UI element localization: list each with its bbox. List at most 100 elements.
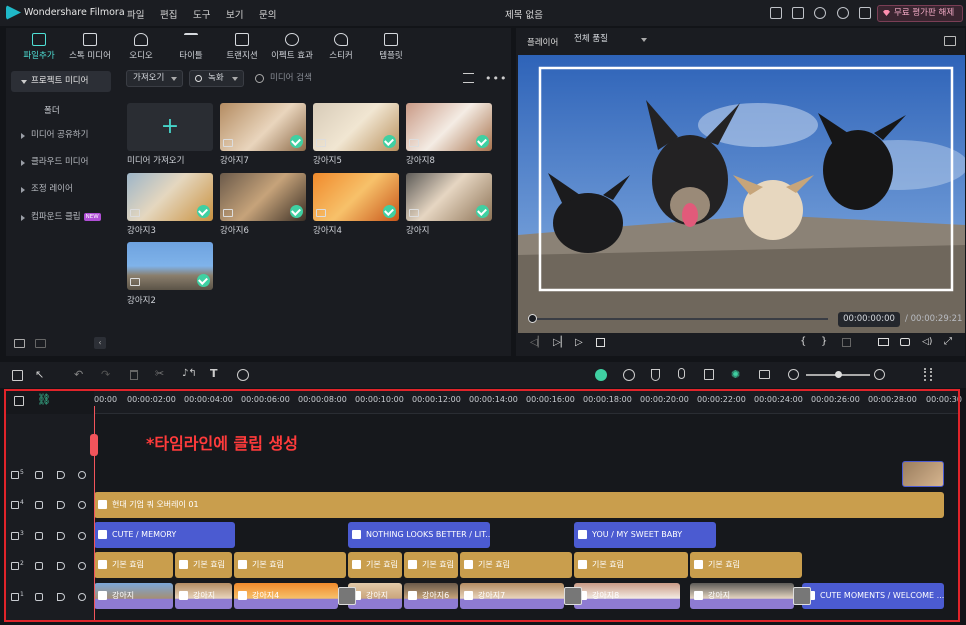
added-check-icon bbox=[197, 205, 210, 218]
ai-smart-icon[interactable] bbox=[595, 369, 607, 381]
sidebar-item-compound-clip[interactable]: 컴파운드 클립 NEW bbox=[11, 207, 111, 228]
menu-tools[interactable]: 도구 bbox=[193, 7, 210, 21]
scrubber-handle[interactable] bbox=[528, 314, 537, 323]
cloud-upload-icon[interactable] bbox=[814, 7, 826, 19]
player-label: 플레이어 bbox=[527, 38, 559, 48]
render-icon[interactable] bbox=[623, 369, 635, 381]
monitor-icon[interactable] bbox=[878, 338, 889, 346]
media-label: 강아지5 bbox=[313, 156, 342, 166]
media-thumbnail[interactable] bbox=[406, 173, 492, 221]
menu-help[interactable]: 문의 bbox=[259, 7, 276, 21]
track-options-icon[interactable] bbox=[924, 368, 932, 381]
media-label: 강아지4 bbox=[313, 226, 342, 236]
added-check-icon bbox=[476, 135, 489, 148]
added-check-icon bbox=[290, 205, 303, 218]
auto-beat-icon[interactable]: ✺ bbox=[731, 368, 740, 381]
headset-icon[interactable] bbox=[837, 7, 849, 19]
image-icon bbox=[223, 209, 233, 217]
app-name: Wondershare Filmora bbox=[24, 7, 125, 18]
collapse-sidebar-icon[interactable]: ‹ bbox=[94, 337, 106, 349]
zoom-out-icon[interactable] bbox=[788, 369, 799, 380]
document-title: 제목 없음 bbox=[505, 10, 543, 21]
audio-edit-icon[interactable]: ♪↰ bbox=[182, 368, 197, 379]
stop-icon[interactable] bbox=[596, 338, 605, 347]
sidebar-item-project-media[interactable]: 프로젝트 미디어 bbox=[11, 71, 111, 92]
media-thumbnail[interactable] bbox=[220, 173, 306, 221]
select-arrow-icon[interactable]: ↖ bbox=[35, 368, 44, 381]
layout-grid-icon[interactable] bbox=[12, 370, 23, 381]
apps-grid-icon[interactable] bbox=[859, 7, 871, 19]
media-thumbnail[interactable] bbox=[313, 173, 399, 221]
display-settings-icon[interactable] bbox=[842, 338, 851, 347]
highlight-frame bbox=[4, 389, 960, 622]
media-library: 가져오기 녹화 미디어 검색 ••• + 미디어 가져오기 강아지7 강아지5 … bbox=[116, 66, 511, 356]
zoom-in-icon[interactable] bbox=[874, 369, 885, 380]
sidebar-item-share-media[interactable]: 미디어 공유하기 bbox=[11, 125, 111, 146]
voiceover-icon[interactable] bbox=[704, 369, 714, 380]
record-dropdown[interactable]: 녹화 bbox=[189, 70, 244, 87]
sidebar-item-folder[interactable]: 폴더 bbox=[44, 104, 60, 116]
text-icon[interactable]: T bbox=[210, 367, 218, 380]
image-icon bbox=[409, 139, 419, 147]
redo-icon[interactable]: ↷ bbox=[101, 368, 110, 381]
import-media-tile[interactable]: + bbox=[127, 103, 213, 151]
new-folder-icon[interactable] bbox=[14, 339, 25, 348]
layout-icon[interactable] bbox=[770, 7, 782, 19]
play-icon[interactable]: ▷ bbox=[575, 337, 583, 348]
delete-icon[interactable] bbox=[130, 370, 138, 380]
added-check-icon bbox=[476, 205, 489, 218]
sidebar-item-adjustment-layer[interactable]: 조정 레이어 bbox=[11, 179, 111, 200]
menu-edit[interactable]: 편집 bbox=[160, 7, 177, 21]
preview-image bbox=[518, 55, 965, 333]
snapshot-image-icon[interactable] bbox=[944, 36, 956, 46]
playback-scrubber[interactable] bbox=[528, 318, 828, 320]
speed-icon[interactable] bbox=[237, 369, 249, 381]
microphone-icon[interactable] bbox=[678, 368, 685, 379]
camera-icon[interactable] bbox=[900, 338, 910, 346]
zoom-slider-handle[interactable] bbox=[835, 371, 842, 378]
added-check-icon bbox=[383, 135, 396, 148]
cut-icon[interactable]: ✂ bbox=[155, 367, 164, 380]
save-icon[interactable] bbox=[792, 7, 804, 19]
menu-view[interactable]: 보기 bbox=[226, 7, 243, 21]
more-options-icon[interactable]: ••• bbox=[485, 72, 507, 85]
thumbnail-icon[interactable] bbox=[759, 370, 770, 379]
undo-icon[interactable]: ↶ bbox=[74, 368, 83, 381]
shield-icon[interactable] bbox=[651, 369, 660, 381]
prev-frame-icon[interactable]: ◁▏ bbox=[530, 337, 545, 348]
filter-icon[interactable] bbox=[463, 73, 474, 83]
added-check-icon bbox=[290, 135, 303, 148]
media-sidebar: 프로젝트 미디어 폴더 미디어 공유하기 클라우드 미디어 조정 레이어 컴파운… bbox=[6, 66, 116, 356]
sidebar-item-cloud-media[interactable]: 클라우드 미디어 bbox=[11, 152, 111, 173]
added-check-icon bbox=[197, 274, 210, 287]
media-thumbnail[interactable] bbox=[220, 103, 306, 151]
mark-out-icon[interactable]: } bbox=[821, 336, 827, 347]
media-search-input[interactable]: 미디어 검색 bbox=[252, 70, 452, 87]
media-thumbnail[interactable] bbox=[127, 242, 213, 290]
image-icon bbox=[223, 139, 233, 147]
menu-file[interactable]: 파일 bbox=[127, 7, 144, 21]
media-thumbnail[interactable] bbox=[127, 173, 213, 221]
image-icon bbox=[316, 209, 326, 217]
fullscreen-icon[interactable]: ⤢ bbox=[944, 336, 952, 347]
folder-icon[interactable] bbox=[35, 339, 46, 348]
trial-unlock-button[interactable]: 무료 평가판 해제 bbox=[877, 5, 963, 22]
mark-in-icon[interactable]: { bbox=[800, 336, 806, 347]
image-icon bbox=[130, 278, 140, 286]
tab-templates[interactable]: 템플릿 bbox=[361, 30, 421, 64]
filmora-window: Wondershare Filmora 파일 편집 도구 보기 문의 제목 없음… bbox=[0, 0, 966, 625]
volume-icon[interactable]: ◁) bbox=[922, 337, 932, 347]
media-label: 강아지8 bbox=[406, 156, 435, 166]
record-icon bbox=[195, 75, 202, 82]
stock-media-icon bbox=[83, 33, 97, 46]
media-thumbnail[interactable] bbox=[406, 103, 492, 151]
media-label: 강아지7 bbox=[220, 156, 249, 166]
quality-dropdown[interactable]: 전체 품질 bbox=[568, 32, 652, 49]
import-dropdown[interactable]: 가져오기 bbox=[126, 70, 183, 87]
preview-canvas[interactable] bbox=[518, 55, 965, 333]
step-play-icon[interactable]: ▷▏ bbox=[553, 337, 568, 348]
effects-sparkle-icon bbox=[285, 33, 299, 46]
media-label: 강아지6 bbox=[220, 226, 249, 236]
image-icon bbox=[130, 209, 140, 217]
media-thumbnail[interactable] bbox=[313, 103, 399, 151]
